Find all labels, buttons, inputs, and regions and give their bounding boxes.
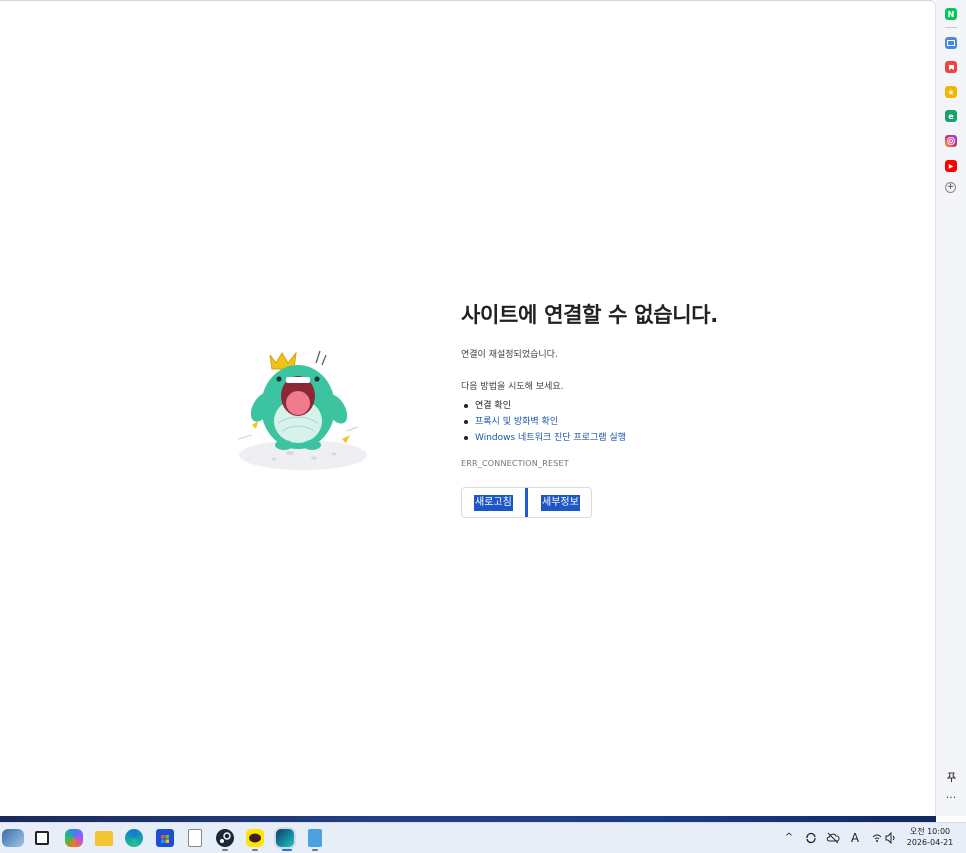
try-heading: 다음 방법을 시도해 보세요.: [461, 382, 564, 392]
file-explorer-icon[interactable]: [95, 831, 113, 846]
browser-page: 사이트에 연결할 수 없습니다. 연결이 재설정되었습니다. 다음 방법을 시도…: [0, 0, 936, 816]
error-content: 사이트에 연결할 수 없습니다. 연결이 재설정되었습니다. 다음 방법을 시도…: [461, 301, 821, 468]
input-method-indicator[interactable]: A: [848, 829, 862, 847]
youtube-icon[interactable]: ▶: [945, 160, 957, 172]
widgets-icon[interactable]: [2, 829, 24, 847]
add-app-icon[interactable]: +: [945, 182, 956, 193]
bookmark-icon[interactable]: [945, 61, 957, 73]
details-button[interactable]: 세부정보: [541, 495, 580, 511]
edge-icon[interactable]: e: [945, 110, 957, 122]
error-subtitle: 연결이 재설정되었습니다.: [461, 350, 558, 360]
copilot-icon[interactable]: [65, 829, 83, 847]
taskbar-clock[interactable]: 오전 10:00 2026-04-21: [904, 826, 956, 848]
task-view-icon[interactable]: [35, 831, 49, 845]
star-icon[interactable]: ★: [945, 86, 957, 98]
screen: 사이트에 연결할 수 없습니다. 연결이 재설정되었습니다. 다음 방법을 시도…: [0, 0, 966, 853]
kakaotalk-active-indicator: [252, 849, 258, 851]
clock-time: 오전 10:00: [909, 827, 951, 836]
store-icon[interactable]: [156, 829, 174, 847]
naver-icon[interactable]: N: [945, 8, 957, 20]
reload-button[interactable]: 새로고침: [474, 495, 513, 511]
suggestion-check-connection: 연결 확인: [461, 398, 821, 414]
sidebar-divider: [945, 27, 957, 28]
error-code: ERR_CONNECTION_RESET: [461, 459, 569, 468]
instagram-icon[interactable]: [945, 135, 957, 147]
sync-icon[interactable]: [803, 829, 819, 847]
edge-icon[interactable]: [125, 829, 143, 847]
clock-date: 2026-04-21: [906, 838, 954, 847]
network-volume-icons[interactable]: [870, 829, 898, 847]
show-hidden-icons-chevron[interactable]: ^: [783, 829, 795, 847]
whale-icon[interactable]: [276, 829, 294, 847]
mail-icon[interactable]: [945, 37, 957, 49]
kakaotalk-icon[interactable]: [246, 829, 264, 847]
notes-icon[interactable]: [308, 829, 322, 847]
suggestion-network-diagnostics-link[interactable]: Windows 네트워크 진단 프로그램 실행: [461, 430, 821, 446]
more-options-icon[interactable]: ···: [943, 791, 959, 805]
steam-active-indicator: [222, 849, 228, 851]
taskbar: ^ A 오전 10:00 2026-04-21: [0, 822, 966, 853]
browser-sidebar: N ★ e ▶ + ···: [936, 0, 966, 816]
error-action-buttons: 새로고침 세부정보: [461, 487, 592, 518]
pin-icon[interactable]: [943, 772, 959, 786]
notes-active-indicator: [312, 849, 318, 851]
steam-icon[interactable]: [216, 829, 234, 847]
whale-active-indicator: [282, 849, 292, 851]
button-divider: [525, 488, 528, 517]
suggestion-list: 연결 확인 프록시 및 방화벽 확인 Windows 네트워크 진단 프로그램 …: [461, 398, 821, 446]
cloud-offline-icon[interactable]: [825, 829, 841, 847]
notepad-icon[interactable]: [188, 829, 202, 847]
suggestion-check-proxy-firewall-link[interactable]: 프록시 및 방화벽 확인: [461, 414, 821, 430]
error-title: 사이트에 연결할 수 없습니다.: [461, 303, 718, 327]
error-mascot-illustration: [237, 350, 367, 470]
